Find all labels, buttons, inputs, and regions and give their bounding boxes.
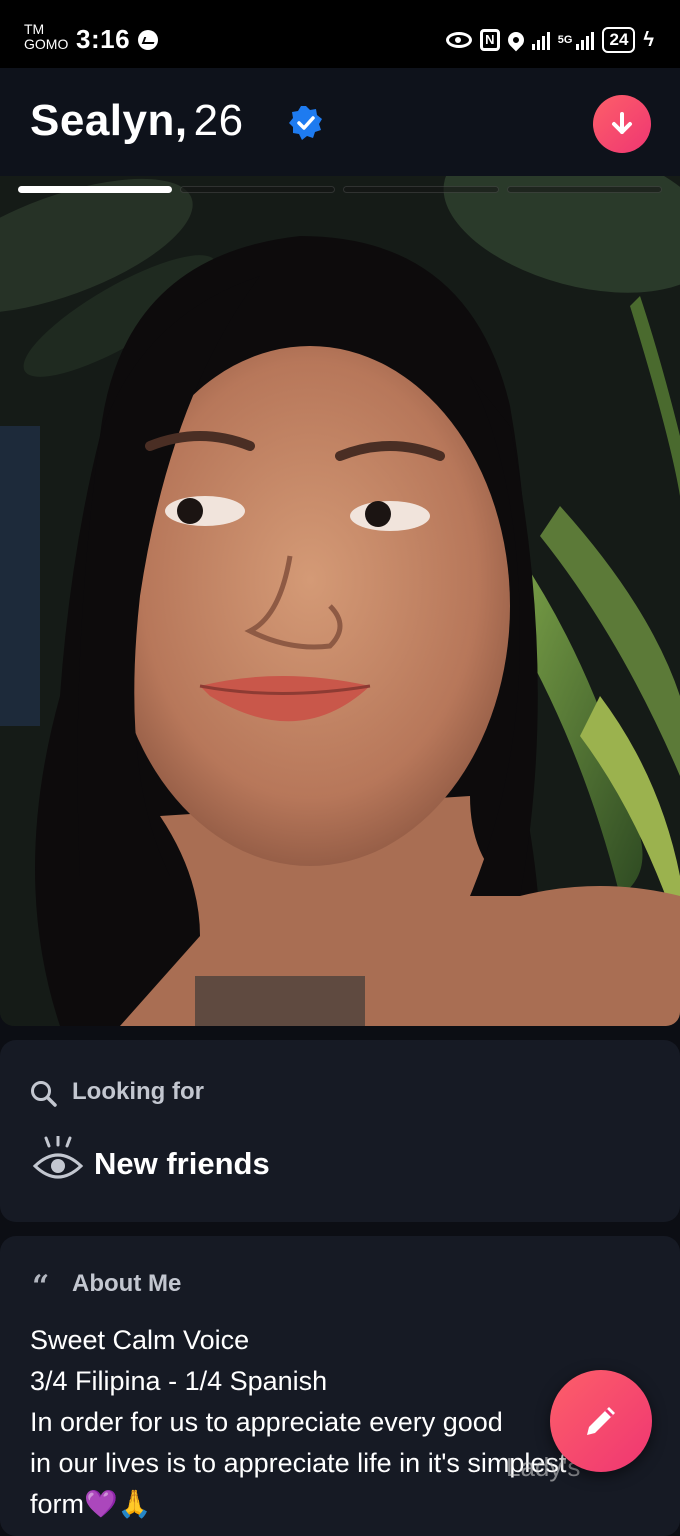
photo-progress-segment[interactable] [506,186,662,193]
system-icons: N 5G 24 ϟ [445,26,654,54]
signal-icon [531,30,550,50]
looking-for-card: Looking for New friends [0,1040,680,1222]
charging-icon: ϟ [643,28,654,51]
about-me-text: Sweet Calm Voice 3/4 Filipina - 1/4 Span… [30,1320,590,1525]
bio-line: form💜🙏 [30,1484,590,1525]
bio-line: Sweet Calm Voice [30,1325,250,1355]
nfc-icon: N [479,29,500,51]
photo-progress-indicator [18,186,662,193]
profile-header: Sealyn, 26 [0,68,680,176]
messenger-icon [138,30,158,50]
battery-icon: 24 [602,27,636,53]
signal-icon-2 [576,30,595,50]
photo-illustration [0,176,680,1026]
status-bar: TM GOMO 3:16 N 5G 24 ϟ [0,0,680,68]
profile-name: Sealyn, 26 [30,96,244,146]
quote-icon: “ [32,1269,50,1304]
battery-level: 24 [609,30,629,49]
looking-for-value: New friends [94,1146,270,1181]
bio-line-text: form [30,1489,84,1519]
edit-button[interactable] [550,1370,652,1472]
photo-progress-segment[interactable] [179,186,335,193]
location-icon [504,28,528,52]
clock: 3:16 [76,24,131,54]
search-icon [31,1081,57,1107]
about-me-label: About Me [72,1270,182,1297]
eye-icon [32,1136,84,1179]
bio-line: 3/4 Filipina - 1/4 Spanish [30,1366,328,1396]
collapse-profile-button[interactable] [593,95,651,153]
photo-progress-segment[interactable] [343,186,499,193]
profile-name-text: Sealyn, [30,96,188,145]
eye-comfort-icon [445,32,472,48]
profile-photo[interactable] [0,176,680,1026]
verified-badge-icon [289,106,322,140]
arrow-down-icon [612,112,632,134]
bio-line: In order for us to appreciate every good [30,1407,503,1437]
pencil-icon [587,1407,615,1435]
photo-progress-segment[interactable] [18,186,172,193]
looking-for-label: Looking for [72,1078,204,1105]
network-type-label: 5G [557,33,573,46]
profile-age: 26 [193,96,244,145]
bio-emojis: 💜🙏 [84,1489,152,1519]
carrier-label: TM GOMO [24,21,69,52]
